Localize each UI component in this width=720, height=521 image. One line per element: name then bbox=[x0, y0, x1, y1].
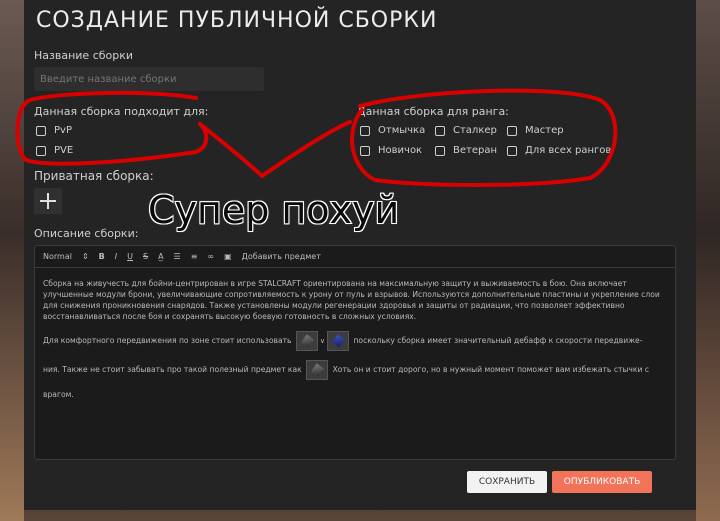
description-paragraph: Для комфортного передвижения по зоне сто… bbox=[43, 331, 667, 351]
rank-label: Данная сборка для ранга: bbox=[357, 105, 509, 118]
meme-caption: Супер похуй bbox=[147, 187, 400, 233]
checkbox-label: Новичок bbox=[378, 145, 423, 156]
checkbox-box[interactable] bbox=[36, 145, 46, 156]
text-span: Для комфортного передвижения по зоне сто… bbox=[43, 336, 292, 345]
editor-toolbar: Normal ⇕ B I U S A̲ ☰ ≡ ∞ ▣ Добавить пре… bbox=[35, 246, 675, 268]
item-thumbnail[interactable] bbox=[295, 331, 318, 351]
bullet-list-icon[interactable]: ≡ bbox=[191, 252, 198, 261]
background-left bbox=[0, 0, 24, 521]
checkbox-label: Для всех рангов bbox=[525, 145, 612, 156]
description-label: Описание сборки: bbox=[34, 227, 139, 240]
text-span: Хоть он и стоит дорого, но в нужный моме… bbox=[332, 365, 650, 374]
background-right bbox=[696, 0, 720, 521]
checkbox-box[interactable] bbox=[507, 145, 517, 156]
checkbox-box[interactable] bbox=[435, 145, 445, 156]
private-build-label: Приватная сборка: bbox=[34, 169, 154, 183]
item-thumbnail[interactable] bbox=[306, 360, 329, 380]
checkbox-box[interactable] bbox=[360, 145, 370, 156]
description-editor[interactable]: Normal ⇕ B I U S A̲ ☰ ≡ ∞ ▣ Добавить пре… bbox=[34, 245, 676, 460]
format-chevron-icon[interactable]: ⇕ bbox=[82, 252, 89, 261]
description-paragraph: ния. Также не стоит забывать про такой п… bbox=[43, 360, 667, 380]
description-paragraph: Сборка на живучесть для бойни-центрирова… bbox=[43, 279, 660, 321]
checkbox-pvp[interactable]: PvP bbox=[36, 125, 72, 136]
description-paragraph: врагом. bbox=[43, 390, 74, 399]
text-span: поскольку сборка имеет значительный деба… bbox=[353, 336, 643, 345]
checkbox-label: Мастер bbox=[525, 125, 564, 136]
checkbox-label: PvP bbox=[54, 125, 72, 136]
checkbox-rank-lockpick[interactable]: Отмычка bbox=[360, 125, 425, 136]
checkbox-label: Сталкер bbox=[453, 125, 497, 136]
bold-button[interactable]: B bbox=[99, 252, 105, 261]
create-build-modal: СОЗДАНИЕ ПУБЛИЧНОЙ СБОРКИ Название сборк… bbox=[24, 0, 696, 510]
checkbox-pve[interactable]: PVE bbox=[36, 145, 73, 156]
checkbox-rank-stalker[interactable]: Сталкер bbox=[435, 125, 497, 136]
checkbox-rank-master[interactable]: Мастер bbox=[507, 125, 564, 136]
checkbox-box[interactable] bbox=[36, 125, 46, 136]
link-icon[interactable]: ∞ bbox=[207, 252, 214, 261]
underline-button[interactable]: U bbox=[127, 252, 133, 261]
editor-content[interactable]: Сборка на живучесть для бойни-центрирова… bbox=[35, 268, 675, 419]
publish-button[interactable]: ОПУБЛИКОВАТЬ bbox=[552, 471, 652, 493]
strike-button[interactable]: S bbox=[143, 252, 148, 261]
image-icon[interactable]: ▣ bbox=[224, 252, 232, 261]
checkbox-box[interactable] bbox=[507, 125, 517, 136]
save-button[interactable]: СОХРАНИТЬ bbox=[467, 471, 547, 493]
checkbox-label: Отмычка bbox=[378, 125, 426, 136]
add-item-button[interactable]: Добавить предмет bbox=[242, 252, 321, 261]
text-span: ния. Также не стоит забывать про такой п… bbox=[43, 365, 302, 374]
checkbox-label: Ветеран bbox=[453, 145, 498, 156]
suitable-for-label: Данная сборка подходит для: bbox=[34, 105, 209, 118]
ordered-list-icon[interactable]: ☰ bbox=[174, 252, 181, 261]
plus-icon bbox=[40, 193, 56, 209]
build-name-input[interactable] bbox=[34, 67, 264, 91]
checkbox-label: PVE bbox=[54, 145, 74, 156]
item-thumbnail[interactable] bbox=[327, 331, 350, 351]
italic-button[interactable]: I bbox=[115, 252, 117, 261]
modal-title: СОЗДАНИЕ ПУБЛИЧНОЙ СБОРКИ bbox=[36, 8, 438, 33]
checkbox-box[interactable] bbox=[360, 125, 370, 136]
checkbox-rank-veteran[interactable]: Ветеран bbox=[435, 145, 497, 156]
private-add-button[interactable] bbox=[34, 188, 62, 214]
checkbox-rank-all[interactable]: Для всех рангов bbox=[507, 145, 611, 156]
build-name-label: Название сборки bbox=[34, 49, 134, 62]
format-select[interactable]: Normal bbox=[43, 252, 72, 261]
checkbox-box[interactable] bbox=[435, 125, 445, 136]
text-color-icon[interactable]: A̲ bbox=[158, 252, 163, 261]
checkbox-rank-novice[interactable]: Новичок bbox=[360, 145, 422, 156]
